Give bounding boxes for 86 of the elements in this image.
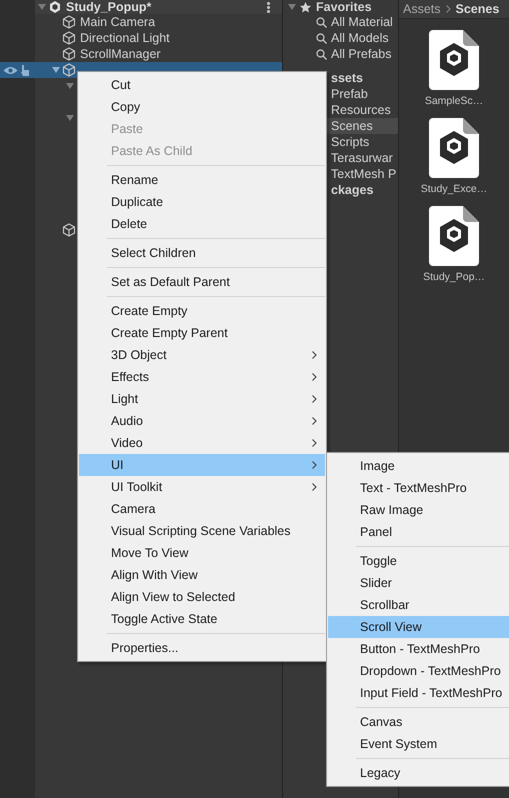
menu-item[interactable]: Select Children (79, 242, 325, 264)
folder-item[interactable]: TextMesh P (331, 167, 396, 181)
expand-arrow-icon[interactable] (38, 3, 46, 11)
chevron-right-icon (312, 395, 317, 403)
menu-item[interactable]: Canvas (328, 711, 509, 733)
menu-item[interactable]: Raw Image (328, 499, 509, 521)
menu-item[interactable]: Input Field - TextMeshPro (328, 682, 509, 704)
object-name: Directional Light (80, 31, 170, 45)
menu-item[interactable]: Set as Default Parent (79, 271, 325, 293)
menu-item[interactable]: Dropdown - TextMeshPro (328, 660, 509, 682)
breadcrumb-item[interactable]: Scenes (456, 2, 500, 16)
folder-item[interactable]: Resources (331, 103, 391, 117)
scene-file-icon (427, 206, 481, 268)
favorite-item[interactable]: All Models (283, 30, 398, 46)
expand-arrow-icon[interactable] (288, 3, 296, 11)
folder-item[interactable]: Scripts (331, 135, 370, 149)
chevron-right-icon (312, 373, 317, 381)
menu-item[interactable]: Text - TextMeshPro (328, 477, 509, 499)
menu-item[interactable]: Delete (79, 213, 325, 235)
menu-item[interactable]: Create Empty (79, 300, 325, 322)
expand-arrow-icon[interactable] (66, 114, 74, 122)
more-options-icon[interactable] (267, 2, 270, 13)
file-name[interactable]: Study_Exce… (420, 183, 488, 195)
cube-icon (62, 47, 76, 61)
object-name: Main Camera (80, 15, 156, 29)
file-name[interactable]: SampleSc… (424, 95, 484, 107)
scene-title: Study_Popup* (66, 0, 152, 14)
menu-item[interactable]: Toggle Active State (79, 608, 325, 630)
object-name: ScrollManager (80, 47, 161, 61)
menu-item[interactable]: Scroll View (328, 616, 509, 638)
menu-item[interactable]: Light (79, 388, 325, 410)
visibility-eye-icon[interactable] (3, 66, 18, 75)
hierarchy-row[interactable]: Directional Light (0, 30, 282, 46)
menu-item[interactable]: Slider (328, 572, 509, 594)
menu-item[interactable]: Rename (79, 169, 325, 191)
menu-item[interactable]: Toggle (328, 550, 509, 572)
menu-item[interactable]: Effects (79, 366, 325, 388)
menu-item[interactable]: Panel (328, 521, 509, 543)
hierarchy-row[interactable]: ScrollManager (0, 46, 282, 62)
file-name[interactable]: Study_Pop… (423, 271, 485, 283)
menu-item[interactable]: Image (328, 455, 509, 477)
menu-item[interactable]: Camera (79, 498, 325, 520)
breadcrumb-item[interactable]: Assets (403, 2, 441, 16)
menu-item[interactable]: Legacy (328, 762, 509, 784)
menu-item[interactable]: Visual Scripting Scene Variables (79, 520, 325, 542)
hierarchy-row[interactable]: Main Camera (0, 14, 282, 30)
cube-icon (62, 223, 76, 237)
star-icon (300, 2, 311, 12)
chevron-right-icon (312, 351, 317, 359)
scene-file-icon (426, 118, 481, 180)
menu-item[interactable]: Scrollbar (328, 594, 509, 616)
search-icon (316, 48, 327, 60)
chevron-right-icon (312, 483, 317, 491)
cube-icon (62, 63, 76, 77)
menu-item[interactable]: Align With View (79, 564, 325, 586)
favorites-heading: Favorites (316, 0, 372, 14)
menu-item[interactable]: Video (79, 432, 325, 454)
cube-icon (62, 15, 76, 29)
menu-item[interactable]: Move To View (79, 542, 325, 564)
menu-item[interactable]: Duplicate (79, 191, 325, 213)
favorite-item[interactable]: All Material (283, 14, 398, 30)
menu-item[interactable]: Align View to Selected (79, 586, 325, 608)
menu-item[interactable]: Button - TextMeshPro (328, 638, 509, 660)
folder-item[interactable]: Prefab (331, 87, 368, 101)
scene-file-icon (426, 30, 481, 92)
chevron-right-icon (312, 417, 317, 425)
menu-item[interactable]: Audio (79, 410, 325, 432)
menu-item[interactable]: 3D Object (79, 344, 325, 366)
menu-item[interactable]: Copy (79, 96, 325, 118)
section-heading: ckages (331, 183, 374, 197)
search-icon (316, 32, 327, 44)
chevron-right-icon (312, 461, 317, 469)
menu-item[interactable]: UI Toolkit (79, 476, 325, 498)
search-icon (316, 16, 327, 28)
menu-item[interactable]: Create Empty Parent (79, 322, 325, 344)
menu-item[interactable]: Cut (79, 74, 325, 96)
chevron-right-icon (312, 439, 317, 447)
pointer-hand-icon[interactable] (20, 65, 30, 76)
menu-item[interactable]: UI (79, 454, 325, 476)
menu-item[interactable]: Properties... (79, 637, 325, 659)
cube-icon (62, 31, 76, 45)
menu-item[interactable]: Event System (328, 733, 509, 755)
folder-item[interactable]: Terasurwar (331, 151, 393, 165)
section-heading: ssets (331, 71, 363, 85)
chevron-right-icon (446, 5, 451, 13)
favorite-item[interactable]: All Prefabs (283, 46, 398, 62)
